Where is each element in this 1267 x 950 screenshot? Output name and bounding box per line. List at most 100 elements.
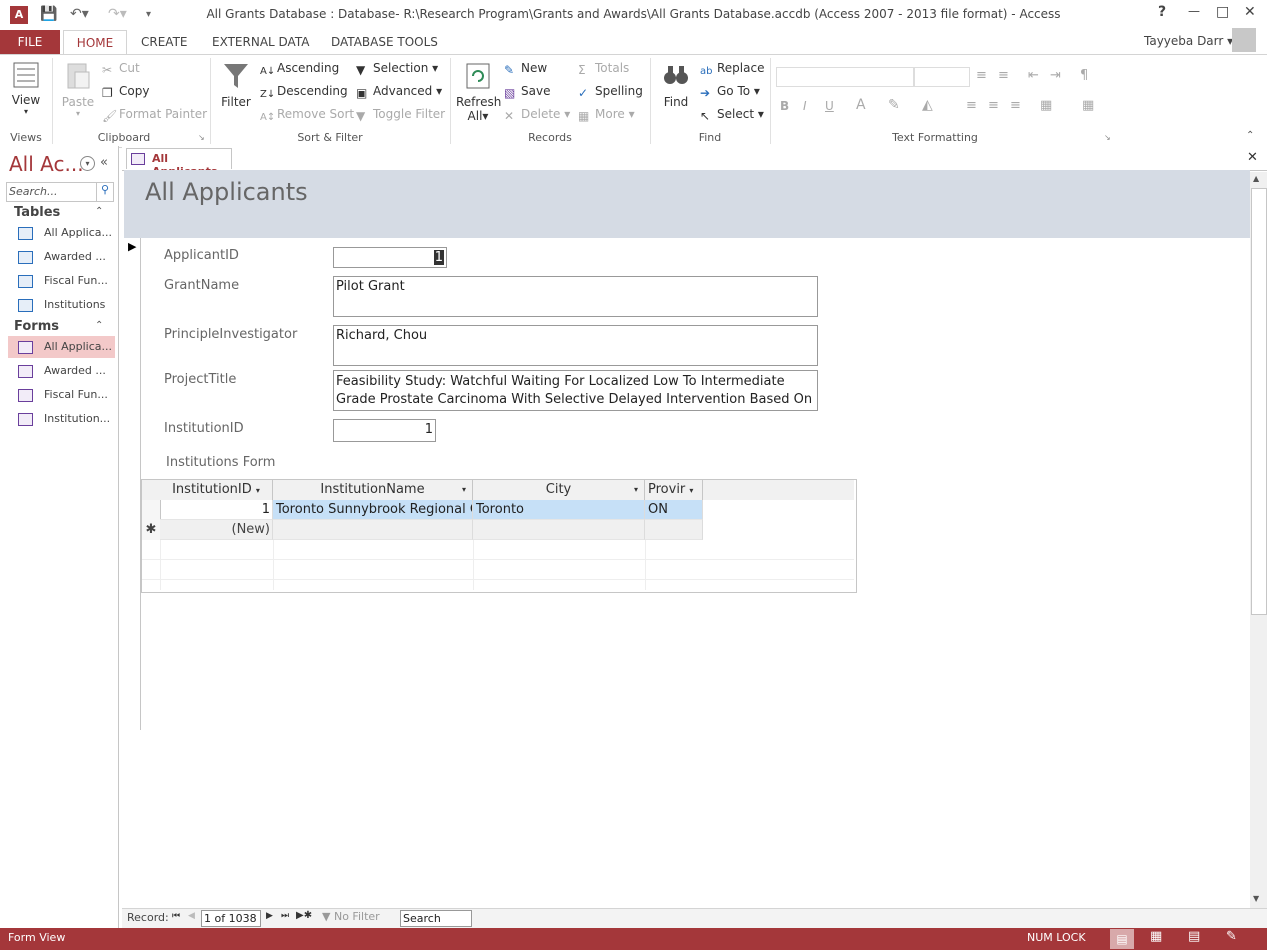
- gridlines-icon[interactable]: ▦: [1082, 98, 1094, 113]
- row-selector[interactable]: [142, 500, 161, 520]
- filter-button[interactable]: Filter: [218, 60, 254, 109]
- new-row-cell[interactable]: [273, 520, 473, 540]
- user-name[interactable]: Tayyeba Darr ▾: [1144, 34, 1233, 48]
- table-cell[interactable]: Toronto Sunnybrook Regional C: [273, 500, 473, 520]
- column-dropdown-icon[interactable]: ▾: [634, 480, 638, 500]
- replace-button[interactable]: ab Replace: [700, 61, 764, 80]
- nav-form-awarded[interactable]: Awarded ...: [8, 360, 115, 382]
- project-title-field[interactable]: Feasibility Study: Watchful Waiting For …: [333, 370, 818, 411]
- grant-name-field[interactable]: Pilot Grant: [333, 276, 818, 317]
- last-record-icon[interactable]: ⏭: [281, 911, 289, 921]
- advanced-button[interactable]: ▣ Advanced ▾: [356, 84, 442, 100]
- nav-table-institutions[interactable]: Institutions: [8, 294, 115, 316]
- align-center-icon[interactable]: ≡: [988, 98, 999, 113]
- tab-database-tools[interactable]: DATABASE TOOLS: [331, 30, 438, 54]
- tab-file[interactable]: FILE: [0, 30, 60, 54]
- collapse-ribbon-icon[interactable]: ⌃: [1246, 130, 1254, 141]
- new-record-button[interactable]: ✎ New: [504, 61, 547, 77]
- design-view-icon[interactable]: ✎: [1226, 929, 1237, 944]
- applicant-id-field[interactable]: 1: [333, 247, 447, 268]
- align-right-icon[interactable]: ≡: [1010, 98, 1021, 113]
- nav-table-all-applicants[interactable]: All Applica...: [8, 222, 115, 244]
- format-painter-button[interactable]: 🖌 Format Painter: [102, 107, 207, 123]
- no-filter-button[interactable]: ▼ No Filter: [322, 910, 380, 923]
- collapse-forms-icon[interactable]: ⌃: [95, 320, 103, 331]
- bullets-icon[interactable]: ≡: [976, 68, 987, 83]
- nav-forms-header[interactable]: Forms: [14, 319, 59, 334]
- paste-button[interactable]: Paste ▾: [58, 60, 98, 118]
- previous-record-icon[interactable]: ◀: [188, 911, 195, 921]
- numbering-icon[interactable]: ≡: [998, 68, 1009, 83]
- new-record-nav-icon[interactable]: ▶✱: [296, 910, 312, 921]
- fill-color-icon[interactable]: ◭: [922, 97, 933, 113]
- select-button[interactable]: ↖ Select ▾: [700, 107, 764, 123]
- paragraph-icon[interactable]: ¶: [1080, 68, 1088, 83]
- selection-button[interactable]: ▼ Selection ▾: [356, 61, 438, 77]
- outdent-icon[interactable]: ⇤: [1028, 68, 1039, 83]
- alt-row-color-icon[interactable]: ▦: [1040, 98, 1052, 113]
- new-row-cell[interactable]: [473, 520, 645, 540]
- cut-button[interactable]: ✂ Cut: [102, 61, 140, 77]
- ascending-button[interactable]: A↓ Ascending: [260, 61, 339, 80]
- tab-home[interactable]: HOME: [63, 30, 127, 55]
- view-button[interactable]: View ▾: [8, 60, 44, 124]
- spelling-button[interactable]: ✓ Spelling: [578, 84, 643, 100]
- save-record-button[interactable]: ▧ Save: [504, 84, 550, 100]
- nav-form-fiscal-funding[interactable]: Fiscal Fun...: [8, 384, 115, 406]
- scroll-down-icon[interactable]: ▼: [1253, 894, 1259, 903]
- institution-id-field[interactable]: 1: [333, 419, 436, 442]
- highlight-icon[interactable]: ✎: [888, 97, 900, 113]
- scroll-thumb[interactable]: [1251, 188, 1267, 615]
- nav-tables-header[interactable]: Tables: [14, 205, 60, 220]
- more-button[interactable]: ▦ More ▾: [578, 107, 635, 123]
- nav-pane-title[interactable]: All Ac...: [9, 152, 84, 176]
- scroll-up-icon[interactable]: ▲: [1253, 174, 1259, 183]
- current-record-field[interactable]: 1 of 1038: [201, 910, 261, 927]
- shutter-bar-icon[interactable]: «: [100, 155, 108, 170]
- avatar[interactable]: [1232, 28, 1256, 52]
- nav-menu-chevron-icon[interactable]: ▾: [80, 156, 95, 171]
- copy-button[interactable]: ❐ Copy: [102, 84, 149, 100]
- close-button[interactable]: ✕: [1244, 4, 1256, 20]
- nav-search-input[interactable]: Search... ⚲: [6, 182, 114, 202]
- nav-form-all-applicants[interactable]: All Applica...: [8, 336, 115, 358]
- table-cell[interactable]: 1: [160, 500, 273, 520]
- table-cell[interactable]: Toronto: [473, 500, 645, 520]
- layout-view-icon[interactable]: ▤: [1188, 929, 1200, 944]
- descending-button[interactable]: Z↓ Descending: [260, 84, 348, 103]
- nav-table-fiscal-funding[interactable]: Fiscal Fun...: [8, 270, 115, 292]
- column-header-institution-name[interactable]: InstitutionName ▾: [273, 480, 473, 500]
- font-color-icon[interactable]: A: [856, 97, 866, 113]
- select-all-corner[interactable]: [142, 480, 161, 500]
- clipboard-launcher-icon[interactable]: ↘: [198, 133, 205, 142]
- goto-button[interactable]: ➔ Go To ▾: [700, 84, 760, 100]
- column-dropdown-icon[interactable]: ▾: [256, 486, 260, 495]
- column-dropdown-icon[interactable]: ▾: [689, 486, 693, 495]
- form-view-icon[interactable]: ▤: [1110, 929, 1134, 949]
- bold-icon[interactable]: B: [780, 99, 789, 113]
- toggle-filter-button[interactable]: ▼ Toggle Filter: [356, 107, 445, 123]
- totals-button[interactable]: Σ Totals: [578, 61, 629, 77]
- help-button[interactable]: ?: [1158, 4, 1166, 20]
- principle-investigator-field[interactable]: Richard, Chou: [333, 325, 818, 366]
- first-record-icon[interactable]: ⏮: [172, 911, 180, 921]
- nav-form-institutions[interactable]: Institution...: [8, 408, 115, 430]
- indent-icon[interactable]: ⇥: [1050, 68, 1061, 83]
- tab-external-data[interactable]: EXTERNAL DATA: [212, 30, 309, 54]
- next-record-icon[interactable]: ▶: [266, 911, 273, 921]
- collapse-tables-icon[interactable]: ⌃: [95, 206, 103, 217]
- column-header-institution-id[interactable]: InstitutionID ▾: [160, 480, 273, 500]
- delete-record-button[interactable]: ✕ Delete ▾: [504, 107, 570, 123]
- datasheet-view-icon[interactable]: ▦: [1150, 929, 1162, 944]
- find-button[interactable]: Find: [658, 60, 694, 109]
- align-left-icon[interactable]: ≡: [966, 98, 977, 113]
- font-size-dropdown[interactable]: [914, 67, 970, 87]
- new-row-asterisk-icon[interactable]: ✱: [142, 520, 161, 540]
- remove-sort-button[interactable]: A↕ Remove Sort: [260, 107, 354, 126]
- italic-icon[interactable]: I: [803, 99, 807, 113]
- column-header-city[interactable]: City ▾: [473, 480, 645, 500]
- text-formatting-launcher-icon[interactable]: ↘: [1104, 133, 1111, 142]
- column-header-province[interactable]: Provir ▾: [645, 480, 703, 500]
- font-name-dropdown[interactable]: [776, 67, 914, 87]
- minimize-button[interactable]: —: [1188, 4, 1200, 18]
